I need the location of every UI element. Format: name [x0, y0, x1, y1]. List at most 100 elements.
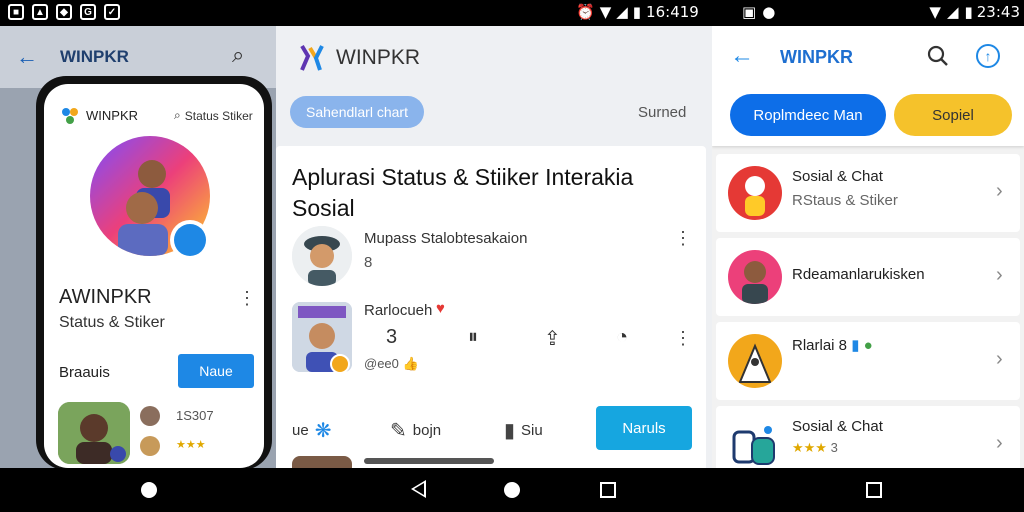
post-tag: @ee0 👍: [364, 356, 419, 371]
clock-right: 23:43: [976, 3, 1020, 21]
sim-icon: ■: [8, 4, 24, 20]
list-item-title: Sosial & Chat: [792, 168, 883, 185]
navigation-bar: [0, 468, 1024, 512]
feed-card: Aplurasi Status & Stiiker Interakia Sosi…: [276, 146, 706, 468]
secondary-button[interactable]: Sopiel: [894, 94, 1012, 136]
info-icon[interactable]: ↑: [976, 44, 1000, 68]
badge-icon: [330, 354, 350, 374]
tool-icon: ✓: [104, 4, 120, 20]
back-button-icon[interactable]: [411, 480, 426, 498]
like-icon: ▮: [504, 420, 516, 442]
photo-thumbnail[interactable]: [58, 402, 130, 464]
image-icon: ▲: [32, 4, 48, 20]
share-icon[interactable]: ⇪: [544, 326, 561, 351]
app-logo-icon: [62, 108, 78, 124]
search-icon: ⌕: [174, 108, 181, 122]
app-icon: [728, 418, 782, 468]
primary-button[interactable]: Roplmdeec Man: [730, 94, 886, 136]
chevron-right-icon: ›: [996, 264, 1003, 286]
shield-icon: ●: [863, 337, 873, 354]
cta-button[interactable]: Naruls: [596, 406, 692, 450]
heart-icon[interactable]: ♥: [436, 300, 445, 317]
icon-count: 3: [386, 326, 398, 348]
status-cluster-middle: ⏰ ▼ ◢ ▮ 16:419: [576, 3, 699, 21]
card-title: Aplurasi Status & Stiiker Interakia Sosi…: [292, 164, 634, 221]
list-item-title: Rlarlai 8 ▮ ●: [792, 337, 873, 354]
action-label: Siu: [521, 422, 543, 439]
next-post-avatar: [292, 456, 352, 468]
battery-icon: ▮: [964, 3, 973, 21]
phone-icon: ▮: [851, 337, 860, 354]
middle-app: WINPKR Sahendlarl chart Surned Aplurasi …: [276, 26, 712, 468]
right-app-title: WINPKR: [780, 47, 853, 67]
status-cluster-right: ▣ ● ▼ ◢ ▮ 23:43: [742, 3, 1020, 21]
rating-dots: ★★★: [176, 439, 206, 451]
pause-icon[interactable]: ⏸: [468, 326, 478, 349]
post-author: Mupass Stalobtesakaion: [364, 230, 528, 247]
file-icon: ◆: [56, 4, 72, 20]
clock-middle: 16:419: [646, 3, 699, 21]
signal-icon: ◢: [616, 3, 628, 21]
phone-action-button[interactable]: Naue: [178, 354, 254, 388]
action-label: bojn: [412, 422, 442, 439]
phone-mockup: WINPKR ⌕ Status Stiker AWINPKR ⋮ Status …: [36, 76, 272, 470]
list-item[interactable]: Rlarlai 8 ▮ ● ›: [716, 322, 1020, 400]
more-options-icon[interactable]: ⋮: [674, 328, 692, 349]
next-post-text: [364, 458, 494, 464]
avatar[interactable]: [292, 226, 352, 286]
action-like[interactable]: ▮ Siu: [504, 418, 543, 443]
chat-badge-icon: [170, 220, 210, 260]
wifi-icon: ▼: [929, 3, 941, 21]
action-butterfly[interactable]: ue ❋: [292, 418, 331, 443]
left-app-title: WINPKR: [60, 47, 129, 66]
post-count: 8: [364, 254, 373, 271]
search-icon[interactable]: ⌕: [232, 42, 244, 68]
butterfly-icon: ❋: [314, 420, 332, 442]
signal-icon: ◢: [946, 3, 959, 21]
back-arrow-icon[interactable]: ←: [16, 44, 38, 70]
app-logo-icon: [300, 44, 324, 71]
right-app-header: ← WINPKR ↑ Roplmdeec Man Sopiel: [712, 26, 1024, 146]
home-button-icon[interactable]: [504, 482, 520, 498]
list-item[interactable]: Sosial & Chat RStaus & Stiker ›: [716, 154, 1020, 232]
chart-pill-button[interactable]: Sahendlarl chart: [290, 96, 424, 128]
follower-count: 1S307: [176, 408, 214, 423]
avatar-icon: ●: [762, 3, 776, 21]
action-edit[interactable]: ✎ bojn: [390, 418, 441, 443]
post-author: Rarlocueh: [364, 302, 433, 319]
chevron-right-icon: ›: [996, 180, 1003, 202]
home-button-icon[interactable]: [141, 482, 157, 498]
notification-icon: ▣: [742, 3, 757, 21]
alarm-icon: ⏰: [576, 3, 595, 21]
phone-search[interactable]: ⌕ Status Stiker: [174, 108, 253, 123]
list-item[interactable]: Rdeamanlarukisken ›: [716, 238, 1020, 316]
list-item-title: Sosial & Chat: [792, 418, 883, 435]
phone-brand: WINPKR: [86, 108, 138, 123]
profile-subtitle: Status & Stiker: [59, 314, 165, 331]
sort-label[interactable]: Surned: [638, 104, 686, 121]
phone-search-label: Status Stiker: [184, 108, 253, 123]
chevron-right-icon: ›: [996, 348, 1003, 370]
action-label: ue: [292, 422, 309, 439]
notification-icons: ■ ▲ ◆ G ✓: [8, 4, 120, 20]
status-bar: ■ ▲ ◆ G ✓ ⏰ ▼ ◢ ▮ 16:419 ▣ ● ▼ ◢ ▮ 23:43: [0, 0, 1024, 26]
list-item-rating: ★★★ 3: [792, 440, 838, 455]
avatar: [140, 436, 160, 456]
edit-icon: ✎: [390, 420, 407, 442]
list-item[interactable]: Sosial & Chat ★★★ 3 ›: [716, 406, 1020, 468]
recents-button-icon[interactable]: [600, 482, 616, 498]
star-rating-icon: ★★★: [792, 440, 827, 455]
more-options-icon[interactable]: ⋮: [674, 228, 692, 249]
list-item-subtitle: RStaus & Stiker: [792, 192, 898, 209]
timer-icon[interactable]: ◔: [616, 326, 628, 349]
avatar: [728, 250, 782, 304]
recents-button-icon[interactable]: [866, 482, 882, 498]
profile-name: AWINPKR: [59, 286, 152, 308]
list-item-title: Rdeamanlarukisken: [792, 266, 925, 283]
back-arrow-icon[interactable]: ←: [730, 42, 754, 70]
row-label: Braauis: [59, 364, 110, 381]
thumbs-up-icon: 👍: [402, 356, 419, 371]
middle-brand: WINPKR: [336, 46, 420, 69]
more-options-icon[interactable]: ⋮: [238, 288, 256, 309]
search-icon[interactable]: [926, 44, 950, 68]
